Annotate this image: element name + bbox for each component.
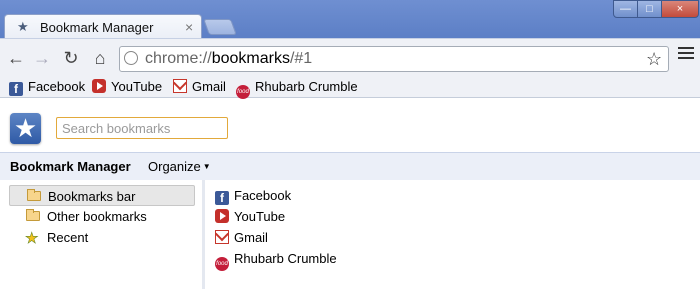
tree-item-recent[interactable]: ★ Recent: [9, 227, 195, 248]
toolbar: ← → ↻ ⌂ chrome://bookmarks/#1 ☆: [0, 38, 700, 78]
search-input[interactable]: [56, 117, 228, 139]
food-icon: food: [215, 257, 229, 271]
manager-bar: Bookmark Manager Organize ▼: [0, 152, 700, 180]
title-bar: ★ Bookmark Manager × — □ ×: [0, 0, 700, 40]
recent-star-icon: ★: [25, 230, 39, 248]
tab-title: Bookmark Manager: [40, 20, 154, 35]
page-title: Bookmark Manager: [10, 159, 131, 174]
bookmark-facebook[interactable]: f Facebook: [9, 79, 85, 96]
menu-icon[interactable]: [678, 47, 694, 61]
list-item-youtube[interactable]: YouTube: [215, 208, 285, 226]
star-icon: ★: [17, 19, 29, 34]
bookmark-gmail[interactable]: Gmail: [173, 79, 226, 95]
list-item-rhubarb-crumble[interactable]: food Rhubarb Crumble: [215, 250, 337, 271]
page-icon: [124, 51, 138, 65]
reload-button[interactable]: ↻: [61, 48, 81, 68]
bookmark-rhubarb-crumble[interactable]: food Rhubarb Crumble: [236, 79, 358, 99]
gmail-icon: [173, 79, 187, 93]
folder-icon: [27, 189, 41, 201]
tree-item-bookmarks-bar[interactable]: Bookmarks bar: [9, 185, 195, 206]
dropdown-arrow-icon: ▼: [202, 162, 211, 171]
facebook-icon: f: [215, 191, 229, 205]
folder-tree: Bookmarks bar Other bookmarks ★ Recent: [0, 180, 200, 289]
minimize-button[interactable]: —: [613, 0, 638, 18]
new-tab-button[interactable]: [203, 19, 237, 35]
list-item-facebook[interactable]: f Facebook: [215, 187, 291, 205]
food-icon: food: [236, 85, 250, 99]
maximize-button[interactable]: □: [637, 0, 662, 18]
back-button[interactable]: ←: [6, 48, 26, 68]
bookmarks-bar: f Facebook YouTube Gmail food Rhubarb Crum…: [0, 78, 700, 99]
youtube-icon: [215, 209, 229, 223]
organize-menu[interactable]: Organize ▼: [148, 159, 211, 174]
url-text: chrome://bookmarks/#1: [145, 50, 313, 67]
bookmark-youtube[interactable]: YouTube: [92, 79, 162, 95]
forward-button[interactable]: →: [32, 48, 52, 68]
bookmark-star-icon[interactable]: ☆: [646, 49, 662, 70]
address-bar[interactable]: chrome://bookmarks/#1 ☆: [119, 46, 669, 72]
gmail-icon: [215, 230, 229, 244]
folder-icon: [26, 209, 40, 221]
tab-bookmark-manager[interactable]: ★ Bookmark Manager ×: [4, 14, 202, 40]
close-window-button[interactable]: ×: [661, 0, 699, 18]
list-item-gmail[interactable]: Gmail: [215, 229, 268, 247]
pane-splitter[interactable]: [202, 180, 205, 289]
youtube-icon: [92, 79, 106, 93]
tab-close-icon[interactable]: ×: [185, 19, 193, 35]
tree-item-other-bookmarks[interactable]: Other bookmarks: [9, 206, 195, 227]
bookmark-manager-logo-icon: ★: [10, 113, 41, 144]
home-button[interactable]: ⌂: [90, 48, 110, 68]
facebook-icon: f: [9, 82, 23, 96]
